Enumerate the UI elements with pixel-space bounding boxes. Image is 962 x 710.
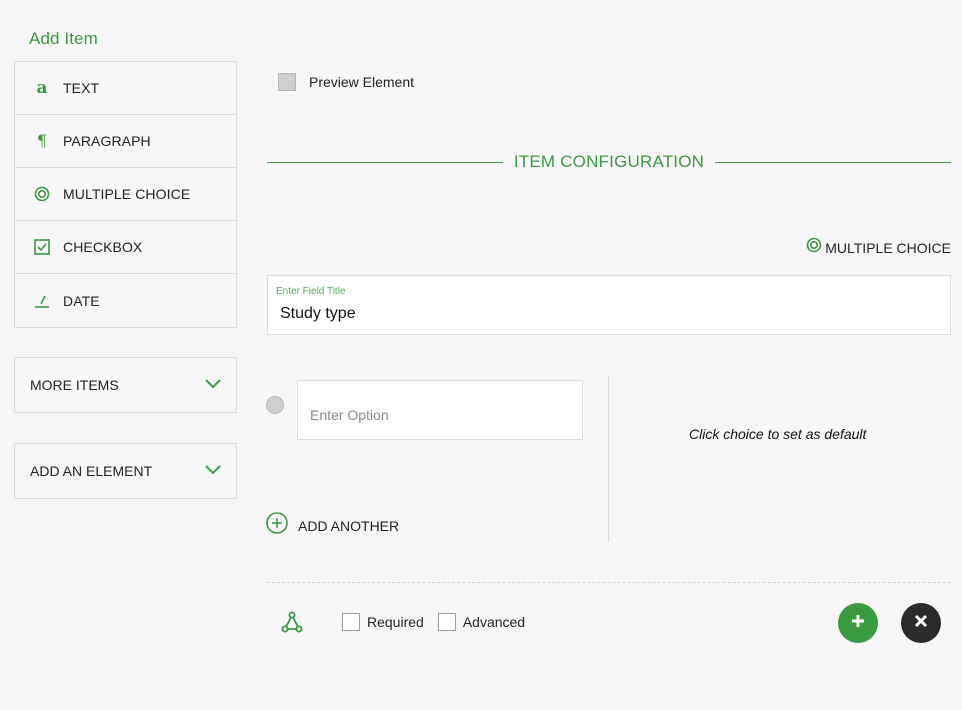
footer-options: Required Advanced [280, 610, 539, 634]
more-items-label: MORE ITEMS [30, 377, 119, 393]
field-title-value[interactable]: Study type [280, 305, 356, 323]
option-input[interactable]: Enter Option [297, 380, 583, 440]
item-type-multiple-choice[interactable]: MULTIPLE CHOICE [15, 168, 236, 221]
paragraph-icon: ¶ [36, 131, 48, 150]
radio-target-icon [806, 237, 822, 258]
item-type-badge: MULTIPLE CHOICE [806, 237, 951, 258]
item-type-label: DATE [63, 292, 100, 309]
cancel-item-button[interactable] [901, 603, 941, 643]
item-type-date[interactable]: DATE [15, 274, 236, 327]
footer-separator [267, 582, 951, 583]
item-type-text[interactable]: a TEXT [15, 62, 236, 115]
preview-label: Preview Element [309, 74, 415, 90]
plus-icon [850, 613, 866, 634]
logic-branch-icon[interactable] [280, 610, 304, 634]
plus-circle-icon [266, 512, 288, 539]
text-icon: a [36, 77, 48, 98]
field-title-input[interactable]: Enter Field Title Study type [267, 275, 951, 335]
chevron-down-icon [205, 376, 221, 394]
chevron-down-icon [205, 462, 221, 480]
item-type-checkbox[interactable]: CHECKBOX [15, 221, 236, 274]
item-type-label: CHECKBOX [63, 239, 143, 255]
radio-target-icon [33, 185, 51, 203]
close-icon [914, 614, 928, 633]
item-type-label: PARAGRAPH [63, 133, 151, 149]
checkbox-icon [33, 238, 51, 256]
preview-checkbox[interactable] [278, 73, 296, 91]
preview-element-toggle[interactable]: Preview Element [278, 73, 414, 91]
default-choice-hint: Click choice to set as default [689, 426, 867, 442]
option-placeholder: Enter Option [310, 407, 389, 423]
required-checkbox[interactable] [342, 613, 360, 631]
advanced-checkbox[interactable] [437, 613, 456, 631]
option-default-radio[interactable] [266, 396, 284, 414]
item-type-label: MULTIPLE CHOICE [63, 186, 191, 202]
add-item-title: Add Item [29, 29, 98, 48]
required-label: Required [367, 614, 424, 630]
heading-divider [267, 161, 503, 163]
add-element-label: ADD AN ELEMENT [30, 463, 153, 479]
add-element-dropdown[interactable]: ADD AN ELEMENT [14, 443, 237, 499]
section-heading: ITEM CONFIGURATION [267, 152, 951, 172]
item-type-label: TEXT [63, 80, 100, 96]
item-type-badge-label: MULTIPLE CHOICE [825, 239, 951, 256]
add-another-label: ADD ANOTHER [298, 517, 400, 534]
advanced-label: Advanced [462, 614, 526, 630]
item-type-paragraph[interactable]: ¶ PARAGRAPH [15, 115, 236, 168]
item-type-list: a TEXT ¶ PARAGRAPH MULTIPLE CHOICE CHECK… [14, 61, 237, 328]
vertical-divider [608, 375, 609, 542]
pen-slash-icon [33, 292, 51, 310]
more-items-dropdown[interactable]: MORE ITEMS [14, 357, 237, 413]
heading-divider [715, 161, 951, 163]
section-heading-text: ITEM CONFIGURATION [513, 152, 705, 171]
save-item-button[interactable] [838, 603, 878, 643]
add-another-button[interactable]: ADD ANOTHER [266, 512, 399, 539]
field-title-label: Enter Field Title [276, 286, 346, 297]
